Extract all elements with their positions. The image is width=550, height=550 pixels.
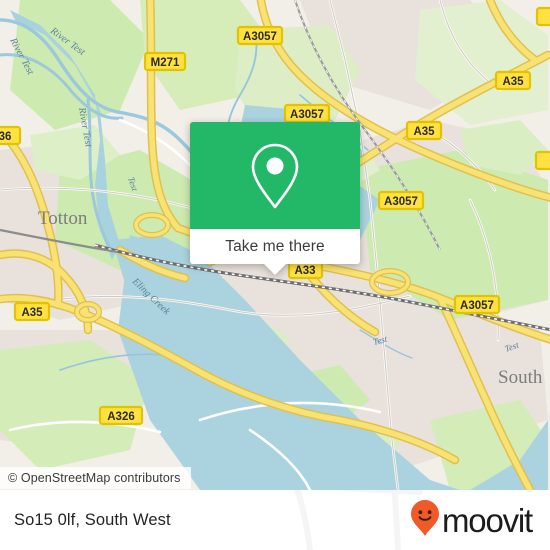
road-shield-top-right-cut <box>535 6 550 27</box>
map-pin-icon <box>249 142 301 210</box>
road-shield-a3057-mid: A3057 <box>377 190 425 211</box>
take-me-there-popup[interactable]: Take me there <box>190 122 360 275</box>
road-shield-a35-topright: A35 <box>494 70 532 91</box>
svg-text:36: 36 <box>0 131 11 143</box>
moovit-map-screen: Totton South River Test River Test River… <box>0 0 550 550</box>
road-shield-right-edge-cut <box>534 150 550 171</box>
popup-footer[interactable]: Take me there <box>190 229 360 264</box>
road-shield-a3057-upper: A3057 <box>283 103 331 124</box>
popup-header <box>190 122 360 229</box>
road-shield-a35-right: A35 <box>405 120 443 141</box>
svg-text:A35: A35 <box>413 126 435 138</box>
svg-text:A3057: A3057 <box>243 31 277 43</box>
moovit-brand[interactable]: moovit <box>410 499 533 542</box>
moovit-wordmark: moovit <box>442 501 533 539</box>
svg-text:A3057: A3057 <box>384 196 418 208</box>
road-shield-a326: A326 <box>98 405 144 426</box>
popup-pointer <box>264 264 286 275</box>
road-shield-36-left: 36 <box>0 125 22 146</box>
svg-text:A326: A326 <box>107 411 135 423</box>
road-shield-a35-left: A35 <box>13 301 51 322</box>
svg-text:A3057: A3057 <box>290 109 324 121</box>
svg-text:A3057: A3057 <box>460 300 494 312</box>
road-shield-m271: M271 <box>143 51 187 72</box>
take-me-there-label: Take me there <box>225 237 325 255</box>
osm-attribution[interactable]: © OpenStreetMap contributors <box>0 467 191 489</box>
location-title: So15 0lf, South West <box>14 510 171 529</box>
road-shield-a3057-top: A3057 <box>236 25 284 46</box>
svg-text:M271: M271 <box>151 57 180 69</box>
svg-text:A33: A33 <box>294 265 315 277</box>
road-shield-a3057-right: A3057 <box>453 294 501 315</box>
svg-text:A35: A35 <box>21 307 43 319</box>
attribution-text: © OpenStreetMap contributors <box>8 471 181 485</box>
footer-bar: So15 0lf, South West moovit <box>0 490 550 550</box>
place-label-south: South <box>498 367 543 388</box>
moovit-pin-icon <box>410 499 440 542</box>
place-label-totton: Totton <box>38 208 88 229</box>
svg-text:A35: A35 <box>502 76 524 88</box>
